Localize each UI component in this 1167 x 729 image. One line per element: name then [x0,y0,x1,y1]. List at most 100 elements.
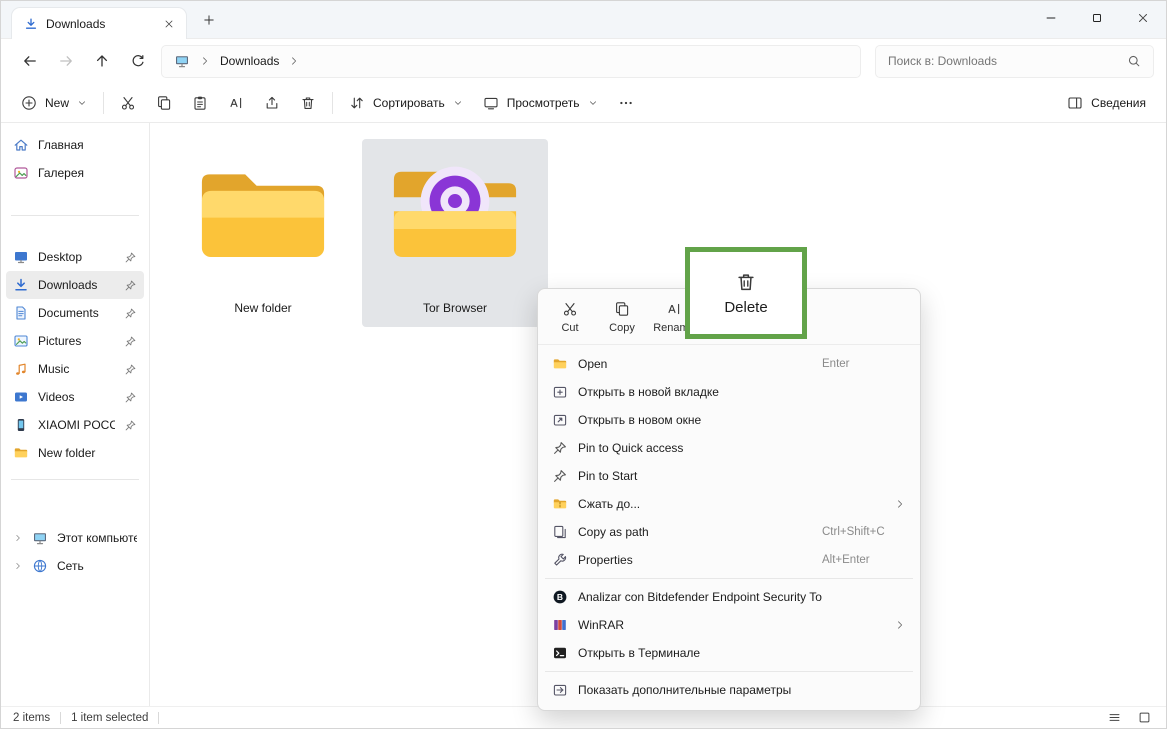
chevron-down-icon [588,98,598,108]
file-item-new-folder[interactable]: New folder [170,139,356,327]
sidebar-item-label: Videos [38,390,115,404]
paste-icon [192,95,208,111]
file-explorer-window: Downloads Downloads New [0,0,1167,729]
trash-icon [735,271,757,293]
menu-item-открыть-в-терминале[interactable]: Открыть в Терминале [543,639,915,667]
cut-button[interactable] [110,87,146,119]
toolbar: New Сортировать Просмотреть Сведения [1,83,1166,123]
details-pane-button[interactable]: Сведения [1057,87,1156,119]
search-box[interactable] [875,45,1154,78]
list-view-icon [1108,711,1121,724]
sort-arrows-icon [349,95,365,111]
delete-toolbar-button[interactable] [290,87,326,119]
new-button[interactable]: New [11,87,97,119]
menu-item-показать-дополнительные-параметры[interactable]: Показать дополнительные параметры [543,676,915,704]
rename-icon [228,95,244,111]
minimize-button[interactable] [1028,1,1074,35]
copypath-icon [552,524,568,540]
scissors-icon [120,95,136,111]
file-item-tor-browser[interactable]: Tor Browser [362,139,548,327]
menu-item-pin-to-start[interactable]: Pin to Start [543,462,915,490]
cut-icon [562,301,578,317]
toolbar-separator [332,92,333,114]
thumbnail-view-icon [1138,711,1151,724]
sidebar-item-label: Downloads [38,278,115,292]
menu-item-properties[interactable]: PropertiesAlt+Enter [543,546,915,574]
newwindow-icon [552,412,568,428]
see-more-button[interactable] [608,87,644,119]
copy-button[interactable] [146,87,182,119]
sidebar-item-music[interactable]: Music [6,355,144,383]
sidebar-item-label: New folder [38,446,137,460]
picture-icon [13,333,29,349]
refresh-icon [130,53,146,69]
sidebar-item-desktop[interactable]: Desktop [6,243,144,271]
sidebar-item-videos[interactable]: Videos [6,383,144,411]
menu-item-открыть-в-новой-вкладке[interactable]: Открыть в новой вкладке [543,378,915,406]
sidebar-item-label: Documents [38,306,115,320]
details-view-toggle[interactable] [1104,709,1124,727]
cut-quick-action[interactable]: Cut [544,298,596,337]
breadcrumb[interactable]: Downloads [161,45,861,78]
menu-item-copy-as-path[interactable]: Copy as pathCtrl+Shift+C [543,518,915,546]
paste-button[interactable] [182,87,218,119]
sort-button[interactable]: Сортировать [339,87,473,119]
rename-button[interactable] [218,87,254,119]
sidebar-item-label: Сеть [57,559,137,573]
new-tab-button[interactable] [195,6,223,34]
thumbnail-view-toggle[interactable] [1134,709,1154,727]
sidebar-item-label: Главная [38,138,137,152]
view-button[interactable]: Просмотреть [473,87,608,119]
menu-item-winrar[interactable]: WinRAR [543,611,915,639]
sidebar-item-documents[interactable]: Documents [6,299,144,327]
shortcut-label: Ctrl+Shift+C [822,526,906,538]
video-icon [13,389,29,405]
menu-item-open[interactable]: OpenEnter [543,350,915,378]
sidebar-item-сеть[interactable]: Сеть [6,552,144,580]
zip-icon [552,496,568,512]
trash-icon [300,95,316,111]
back-button[interactable] [13,44,47,78]
moreoptions-icon [552,682,568,698]
winrar-icon [552,617,568,633]
tab-label: Downloads [46,17,152,31]
sidebar-item-галерея[interactable]: Галерея [6,159,144,187]
terminal-icon [552,645,568,661]
breadcrumb-location[interactable]: Downloads [220,54,279,68]
pin-icon [124,279,137,292]
menu-item-analizar-con-bitdefender-endpoint-security-to[interactable]: BAnalizar con Bitdefender Endpoint Secur… [543,583,915,611]
maximize-button[interactable] [1074,1,1120,35]
tab-downloads[interactable]: Downloads [11,7,187,39]
sidebar-item-этот-компьютер[interactable]: Этот компьютер [6,524,144,552]
menu-item-pin-to-quick-access[interactable]: Pin to Quick access [543,434,915,462]
search-input[interactable] [888,54,1119,68]
new-button-label: New [45,96,69,110]
items-count: 2 items [13,712,50,724]
refresh-button[interactable] [121,44,155,78]
expand-chevron-icon[interactable] [13,533,23,543]
sidebar-item-downloads[interactable]: Downloads [6,271,144,299]
sidebar-item-главная[interactable]: Главная [6,131,144,159]
up-button[interactable] [85,44,119,78]
pin-icon [124,307,137,320]
file-name: New folder [234,301,291,315]
sidebar-item-label: Desktop [38,250,115,264]
sidebar-item-pictures[interactable]: Pictures [6,327,144,355]
sidebar-item-xiaomi-poco-f[interactable]: XIAOMI POCO F [6,411,144,439]
tab-close-icon[interactable] [160,15,178,33]
sidebar-item-label: Галерея [38,166,137,180]
share-button[interactable] [254,87,290,119]
shortcut-label: Enter [822,358,906,370]
sidebar-item-label: Pictures [38,334,115,348]
menu-item-открыть-в-новом-окне[interactable]: Открыть в новом окне [543,406,915,434]
statusbar-separator [158,712,159,724]
forward-button [49,44,83,78]
close-button[interactable] [1120,1,1166,35]
expand-chevron-icon[interactable] [13,561,23,571]
delete-label: Delete [724,299,767,316]
copy-quick-action[interactable]: Copy [596,298,648,337]
downloads-tab-icon [24,17,38,31]
delete-quick-action-highlighted[interactable]: Delete [685,247,807,339]
menu-item-сжать-до[interactable]: Сжать до... [543,490,915,518]
sidebar-item-new-folder[interactable]: New folder [6,439,144,467]
